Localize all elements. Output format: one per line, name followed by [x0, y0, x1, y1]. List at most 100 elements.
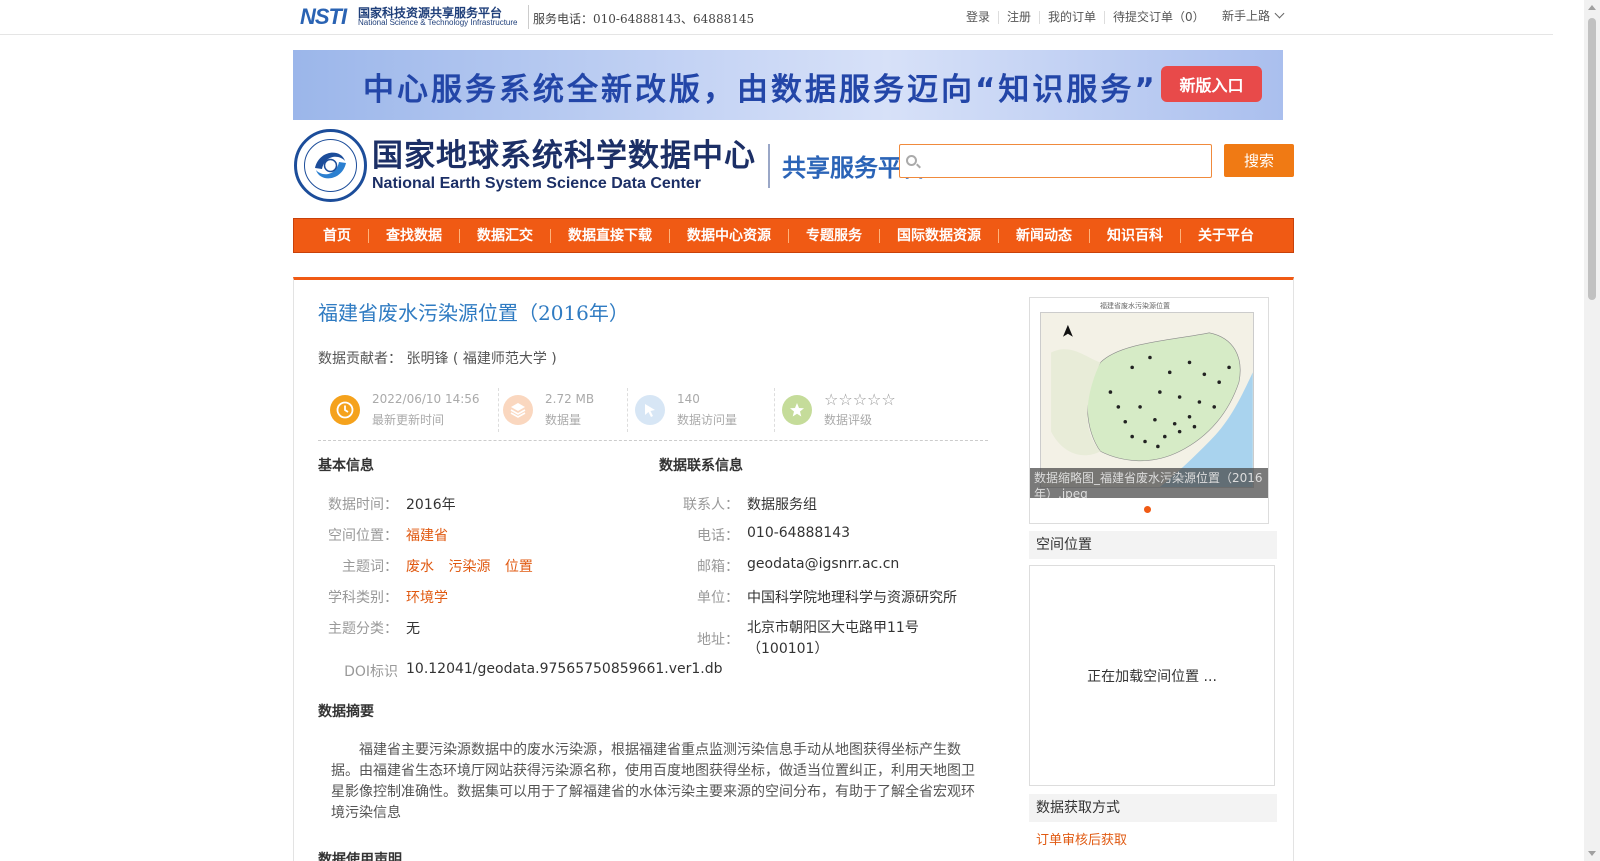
- top-bar: NSTI 国家科技资源共享服务平台 National Science & Tec…: [0, 0, 1553, 35]
- stat-visits: 140 数据访问量: [635, 386, 737, 434]
- nsti-logo[interactable]: NSTI 国家科技资源共享服务平台 National Science & Tec…: [300, 2, 522, 32]
- chevron-down-icon: [1274, 8, 1285, 19]
- banner-text: 中心服务系统全新改版，由数据服务迈向“知识服务”: [363, 72, 1158, 108]
- spatial-location-map-panel[interactable]: 正在加载空间位置 ...: [1029, 565, 1275, 786]
- unit-row: 单位： 中国科学院地理科学与资源研究所: [659, 587, 957, 607]
- nsti-logo-en: National Science & Technology Infrastruc…: [358, 18, 518, 28]
- usage-statement-heading: 数据使用声明: [318, 852, 402, 861]
- register-link[interactable]: 注册: [999, 11, 1041, 24]
- basic-info-heading: 基本信息: [318, 458, 374, 474]
- thumbnail-carousel[interactable]: 福建省废水污染源位置 数据缩略图_福建省废水污染源位置（2016年）.jpeg: [1029, 297, 1269, 524]
- search-button[interactable]: 搜索: [1224, 144, 1294, 177]
- keywords-label: 主题词：: [342, 559, 398, 575]
- rating-stars[interactable]: ☆☆☆☆☆: [824, 389, 896, 410]
- brand-divider: [768, 143, 770, 188]
- topic-value: 无: [406, 621, 420, 637]
- contact-info-heading: 数据联系信息: [659, 458, 743, 474]
- data-time-row: 数据时间： 2016年: [318, 494, 456, 514]
- spatial-loading-text: 正在加载空间位置 ...: [1087, 668, 1217, 685]
- keyword-link[interactable]: 废水: [406, 559, 434, 575]
- stat-rating: ☆☆☆☆☆ 数据评级: [782, 386, 896, 434]
- contact-person-label: 联系人：: [683, 497, 739, 513]
- divider: [528, 5, 529, 29]
- thumbnail-map-image[interactable]: [1040, 312, 1254, 488]
- main-nav: 首页 查找数据 数据汇交 数据直接下载 数据中心资源 专题服务 国际数据资源 新…: [293, 218, 1294, 253]
- announcement-banner[interactable]: 中心服务系统全新改版，由数据服务迈向“知识服务” 新版入口: [293, 50, 1283, 120]
- thumbnail-caption: 数据缩略图_福建省废水污染源位置（2016年）.jpeg: [1030, 468, 1268, 498]
- phone-row: 电话： 010-64888143: [659, 525, 850, 545]
- phone-label: 电话：: [697, 528, 739, 544]
- new-version-button[interactable]: 新版入口: [1161, 66, 1262, 102]
- spatial-location-link[interactable]: 福建省: [406, 525, 448, 545]
- earth-center-logo-icon: [294, 129, 367, 202]
- nav-item-knowledge[interactable]: 知识百科: [1090, 228, 1181, 243]
- dataset-title: 福建省废水污染源位置（2016年）: [318, 301, 629, 325]
- email-row: 邮箱： geodata@igsnrr.ac.cn: [659, 556, 899, 576]
- topic-row: 主题分类： 无: [318, 618, 420, 638]
- nav-item-about[interactable]: 关于平台: [1181, 229, 1271, 243]
- newbie-guide-dropdown[interactable]: 新手上路: [1222, 7, 1285, 24]
- page-scrollbar[interactable]: [1584, 0, 1600, 861]
- doi-value: 10.12041/geodata.97565750859661.ver1.db: [406, 661, 723, 677]
- my-orders-link[interactable]: 我的订单: [1040, 11, 1106, 24]
- brand-name-en: National Earth System Science Data Cente…: [372, 174, 702, 192]
- search-field[interactable]: [899, 144, 1212, 178]
- user-links: 登录 注册 我的订单 待提交订单（0）: [962, 11, 1213, 24]
- service-hotline: 服务电话：010-64888143、64888145: [533, 12, 755, 26]
- cursor-icon: [635, 395, 665, 425]
- keyword-link[interactable]: 位置: [505, 559, 533, 575]
- carousel-dot[interactable]: [1144, 506, 1151, 513]
- stat-updated-value: 2022/06/10 14:56: [372, 392, 480, 406]
- address-value: 北京市朝阳区大屯路甲11号（100101）: [747, 620, 919, 657]
- unit-label: 单位：: [697, 590, 739, 606]
- scroll-down-icon[interactable]: [1588, 851, 1596, 856]
- search-input[interactable]: [900, 145, 1211, 177]
- contributor-value: 张明锋 ( 福建师范大学 ): [406, 351, 557, 367]
- email-label: 邮箱：: [697, 559, 739, 575]
- nav-item-find-data[interactable]: 查找数据: [369, 228, 460, 243]
- spatial-location-label: 空间位置：: [328, 528, 398, 544]
- abstract-text: 福建省主要污染源数据中的废水污染源，根据福建省重点监测污染信息手动从地图获得坐标…: [331, 742, 975, 821]
- unit-value: 中国科学院地理科学与资源研究所: [747, 590, 957, 606]
- nav-item-direct-download[interactable]: 数据直接下载: [551, 228, 670, 243]
- spatial-location-heading: 空间位置: [1029, 531, 1277, 559]
- stat-visits-value: 140: [677, 392, 700, 406]
- nav-item-data-submission[interactable]: 数据汇交: [460, 228, 551, 243]
- keyword-link[interactable]: 污染源: [448, 559, 490, 575]
- discipline-row: 学科类别： 环境学: [318, 587, 448, 607]
- stat-updated: 2022/06/10 14:56 最新更新时间: [330, 386, 480, 434]
- contact-person-row: 联系人： 数据服务组: [659, 494, 817, 514]
- doi-label: DOI标识: [344, 664, 398, 680]
- stat-size-label: 数据量: [545, 413, 582, 427]
- search-icon: [906, 155, 917, 166]
- nav-item-home[interactable]: 首页: [313, 228, 369, 243]
- stat-size: 2.72 MB 数据量: [503, 386, 594, 434]
- scrollbar-thumb[interactable]: [1588, 18, 1596, 300]
- nav-item-news[interactable]: 新闻动态: [999, 228, 1090, 243]
- data-time-label: 数据时间：: [328, 497, 398, 513]
- topic-label: 主题分类：: [328, 621, 398, 637]
- nav-item-center-resources[interactable]: 数据中心资源: [670, 228, 789, 243]
- scroll-up-icon[interactable]: [1588, 5, 1596, 10]
- phone-value: 010-64888143: [747, 525, 851, 541]
- clock-icon: [330, 395, 360, 425]
- discipline-link[interactable]: 环境学: [406, 587, 448, 607]
- pending-orders-link[interactable]: 待提交订单（0）: [1105, 11, 1213, 24]
- site-brand[interactable]: 国家地球系统科学数据中心 National Earth System Scien…: [293, 128, 926, 203]
- nav-item-international-data[interactable]: 国际数据资源: [880, 228, 999, 243]
- data-time-value: 2016年: [406, 497, 456, 513]
- star-badge-icon: [782, 395, 812, 425]
- keywords-row: 主题词： 废水 污染源 位置: [318, 556, 543, 576]
- newbie-guide-label: 新手上路: [1222, 9, 1271, 23]
- order-access-link[interactable]: 订单审核后获取: [1036, 829, 1127, 848]
- discipline-label: 学科类别：: [328, 590, 398, 606]
- stat-divider: [627, 388, 628, 432]
- email-value: geodata@igsnrr.ac.cn: [747, 556, 900, 572]
- contact-person-value: 数据服务组: [747, 497, 817, 513]
- data-access-heading: 数据获取方式: [1029, 794, 1277, 822]
- stat-visits-label: 数据访问量: [677, 413, 738, 427]
- nav-item-topic-services[interactable]: 专题服务: [789, 228, 880, 243]
- dataset-stats: 2022/06/10 14:56 最新更新时间 2.72 MB 数据量 140 …: [318, 386, 988, 441]
- abstract-heading: 数据摘要: [318, 704, 374, 720]
- login-link[interactable]: 登录: [962, 11, 1000, 24]
